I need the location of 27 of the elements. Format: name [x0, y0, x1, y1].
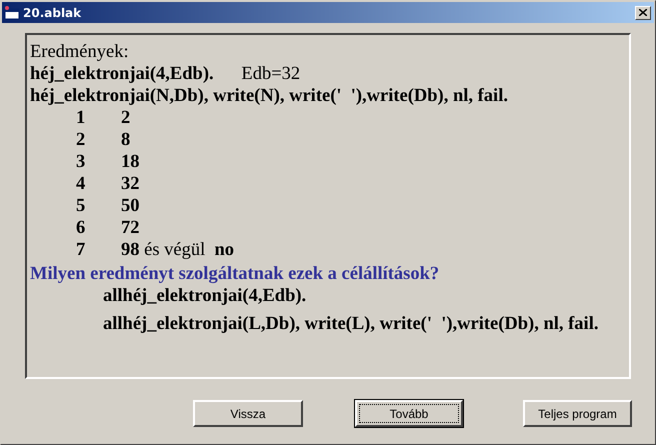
- close-icon: [639, 9, 647, 16]
- result-value: 2: [121, 107, 130, 129]
- row-number: 4: [76, 173, 86, 195]
- row-number: 1: [76, 107, 86, 129]
- result-value: 98 és végül no: [121, 239, 234, 261]
- result-value: 50: [121, 195, 140, 217]
- close-button[interactable]: [635, 6, 651, 20]
- dialog-button[interactable]: Teljes program: [523, 400, 632, 427]
- row-number: 7: [76, 239, 86, 261]
- result-value: 32: [121, 173, 140, 195]
- result-value: 18: [121, 151, 140, 173]
- row-number: 6: [76, 217, 86, 239]
- window-title: 20.ablak: [23, 6, 82, 20]
- dialog-button[interactable]: Tovább: [355, 400, 463, 427]
- results-heading: Eredmények:: [30, 41, 130, 63]
- code-line: héj_elektronjai(N,Db), write(N), write(' '),write(Db), nl, fail.: [30, 85, 509, 107]
- result-value: 72: [121, 217, 140, 239]
- result-value: 8: [121, 129, 130, 151]
- row-number: 5: [76, 195, 86, 217]
- code-line: héj_elektronjai(4,Edb). Edb=32: [30, 63, 302, 85]
- window-icon: [4, 6, 20, 20]
- dialog-button[interactable]: Vissza: [193, 400, 303, 427]
- row-number: 3: [76, 151, 86, 173]
- goal-line: allhéj_elektronjai(L,Db), write(L), write(' '),write(Db), nl, fail.: [103, 313, 600, 335]
- row-number: 2: [76, 129, 86, 151]
- question-text: Milyen eredményt szolgáltatnak ezek a célállítások?: [30, 263, 440, 285]
- goal-line: allhéj_elektronjai(4,Edb).: [103, 285, 308, 307]
